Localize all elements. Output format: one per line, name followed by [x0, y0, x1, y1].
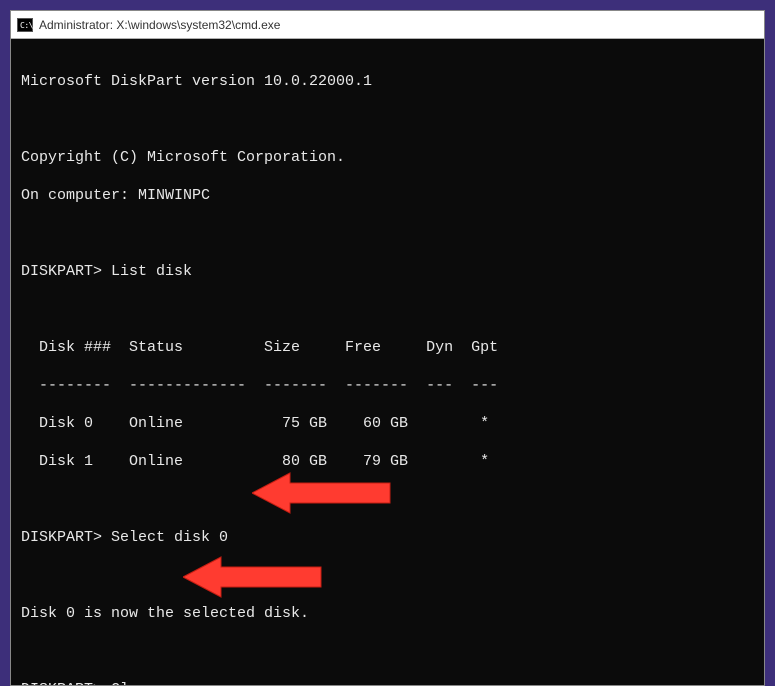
terminal-output[interactable]: Microsoft DiskPart version 10.0.22000.1 … [11, 39, 764, 685]
msg-selected: Disk 0 is now the selected disk. [21, 604, 754, 623]
blank [21, 490, 754, 509]
cmd-icon: C:\. [17, 18, 33, 32]
diskpart-version: Microsoft DiskPart version 10.0.22000.1 [21, 72, 754, 91]
blank [21, 224, 754, 243]
prompt-select-disk: DISKPART> Select disk 0 [21, 528, 754, 547]
window-title: Administrator: X:\windows\system32\cmd.e… [39, 18, 280, 32]
blank [21, 110, 754, 129]
prompt-clean: DISKPART> Clean [21, 680, 754, 685]
cmd-window: C:\. Administrator: X:\windows\system32\… [10, 10, 765, 686]
computer-line: On computer: MINWINPC [21, 186, 754, 205]
blank [21, 642, 754, 661]
prompt-list-disk: DISKPART> List disk [21, 262, 754, 281]
copyright-line: Copyright (C) Microsoft Corporation. [21, 148, 754, 167]
blank [21, 300, 754, 319]
table-row: Disk 0 Online 75 GB 60 GB * [21, 414, 754, 433]
table-header: Disk ### Status Size Free Dyn Gpt [21, 338, 754, 357]
table-divider: -------- ------------- ------- ------- -… [21, 376, 754, 395]
blank [21, 566, 754, 585]
titlebar[interactable]: C:\. Administrator: X:\windows\system32\… [11, 11, 764, 39]
table-row: Disk 1 Online 80 GB 79 GB * [21, 452, 754, 471]
